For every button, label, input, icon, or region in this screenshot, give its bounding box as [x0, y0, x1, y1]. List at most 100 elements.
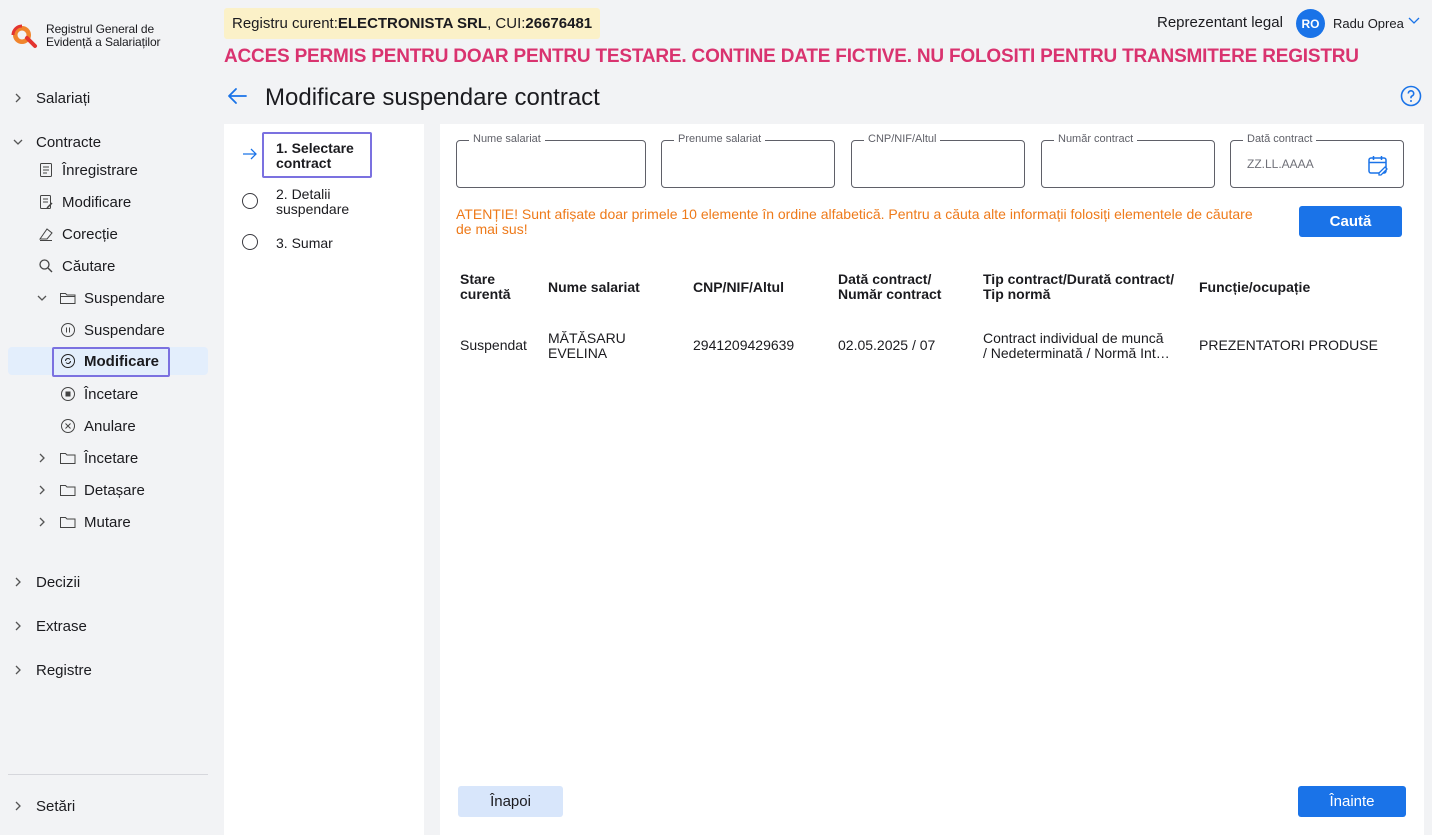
- cell-line: / Nedeterminată / Normă Int…: [983, 345, 1170, 361]
- nav-corectie[interactable]: Corecție: [36, 220, 208, 248]
- nav-label: Detașare: [84, 481, 145, 499]
- current-registry-badge: Registru curent: ELECTRONISTA SRL , CUI:…: [224, 8, 601, 39]
- nume-salariat-input[interactable]: [457, 141, 645, 187]
- nav-label: Înregistrare: [62, 161, 138, 179]
- th-line: Tip normă: [983, 286, 1051, 302]
- nav-incetare-item[interactable]: Încetare: [58, 380, 208, 408]
- th-functie[interactable]: Funcție/ocupație: [1199, 280, 1310, 295]
- nav-detasare[interactable]: Detașare: [32, 476, 208, 504]
- nume-salariat-field: Nume salariat: [456, 133, 646, 188]
- th-stare[interactable]: Stare curentă: [460, 272, 511, 302]
- user-role: Reprezentant legal: [1157, 14, 1283, 31]
- calendar-icon[interactable]: [1367, 154, 1389, 176]
- nav-anulare[interactable]: Anulare: [58, 412, 208, 440]
- chevron-down-icon: [8, 132, 28, 152]
- nav-decizii[interactable]: Decizii: [8, 568, 208, 596]
- nav-label: Căutare: [62, 257, 116, 275]
- chevron-right-icon: [8, 616, 28, 636]
- help-icon[interactable]: [1400, 85, 1422, 107]
- nav-label: Extrase: [36, 617, 87, 635]
- cell-nume: MĂTĂSARU EVELINA: [548, 331, 626, 361]
- nav-label: Suspendare: [84, 289, 165, 307]
- cell-functie: PREZENTATORI PRODUSE: [1199, 337, 1378, 353]
- nav-registre[interactable]: Registre: [8, 656, 208, 684]
- search-button[interactable]: Caută: [1299, 206, 1402, 237]
- nav-contracte[interactable]: Contracte: [8, 128, 208, 156]
- chevron-right-icon: [8, 88, 28, 108]
- th-data[interactable]: Dată contract/ Număr contract: [838, 272, 941, 302]
- step-3[interactable]: 3. Sumar: [276, 236, 333, 251]
- cui-value: 26676481: [525, 15, 593, 32]
- th-line: Stare: [460, 271, 496, 287]
- document-icon: [36, 160, 56, 180]
- nav-incetare-group[interactable]: Încetare: [32, 444, 208, 472]
- cui-prefix: , CUI:: [487, 15, 526, 32]
- cell-cnp: 2941209429639: [693, 337, 795, 353]
- step-2[interactable]: 2. Detalii suspendare: [276, 187, 349, 217]
- nav-label: Contracte: [36, 133, 102, 151]
- step-1-line-2: contract: [276, 155, 332, 171]
- nav-extrase[interactable]: Extrase: [8, 612, 208, 640]
- field-label: Dată contract: [1243, 133, 1317, 145]
- numar-contract-input[interactable]: [1042, 141, 1214, 187]
- brand-name: Registrul General de Evidență a Salariaț…: [46, 23, 161, 49]
- nav-inregistrare[interactable]: Înregistrare: [36, 156, 208, 184]
- cnp-field: CNP/NIF/Altul: [851, 133, 1025, 188]
- chevron-right-icon: [32, 480, 52, 500]
- nav-suspendare[interactable]: Suspendare: [58, 316, 208, 344]
- steps-panel: [224, 124, 424, 835]
- cnp-input[interactable]: [852, 141, 1024, 187]
- nav-label: Încetare: [84, 449, 139, 467]
- folder-open-icon: [58, 288, 78, 308]
- chevron-down-icon[interactable]: [1408, 16, 1420, 26]
- document-edit-icon: [36, 192, 56, 212]
- next-button[interactable]: Înainte: [1298, 786, 1406, 817]
- step-1[interactable]: 1. Selectare contract: [276, 141, 354, 171]
- nav-label: Anulare: [84, 417, 136, 435]
- field-label: Nume salariat: [469, 133, 545, 145]
- chevron-down-icon: [32, 288, 52, 308]
- back-button[interactable]: Înapoi: [458, 786, 563, 817]
- folder-icon: [58, 480, 78, 500]
- numar-contract-field: Număr contract: [1041, 133, 1215, 188]
- brand[interactable]: Registrul General de Evidență a Salariaț…: [10, 22, 161, 50]
- back-arrow-icon[interactable]: [226, 86, 248, 106]
- th-nume[interactable]: Nume salariat: [548, 280, 640, 295]
- user-name[interactable]: Radu Oprea: [1333, 16, 1404, 31]
- nav-label: Modificare: [62, 193, 132, 211]
- nav-mutare[interactable]: Mutare: [32, 508, 208, 536]
- field-label: Prenume salariat: [674, 133, 766, 145]
- cell-line: MĂTĂSARU: [548, 330, 626, 346]
- th-tip[interactable]: Tip contract/Durată contract/ Tip normă: [983, 272, 1174, 302]
- eraser-icon: [36, 224, 56, 244]
- nav-salariati[interactable]: Salariați: [8, 84, 208, 112]
- th-line: Număr contract: [838, 286, 942, 302]
- step-2-line-1: 2. Detalii: [276, 186, 331, 202]
- nav-suspendare-group[interactable]: Suspendare: [32, 284, 208, 312]
- folder-icon: [58, 448, 78, 468]
- company-name: ELECTRONISTA SRL: [337, 15, 488, 32]
- chevron-right-icon: [8, 796, 28, 816]
- cell-tip: Contract individual de muncă / Nedetermi…: [983, 331, 1170, 361]
- nav-modificare[interactable]: Modificare: [36, 188, 208, 216]
- nav-setari[interactable]: Setări: [8, 792, 208, 820]
- cell-line: Contract individual de muncă: [983, 330, 1164, 346]
- prenume-salariat-input[interactable]: [662, 141, 834, 187]
- nav-label: Setări: [36, 797, 76, 815]
- nav-label: Mutare: [84, 513, 131, 531]
- field-label: Număr contract: [1054, 133, 1138, 145]
- page-title: Modificare suspendare contract: [265, 84, 600, 111]
- nav-label: Registre: [36, 661, 92, 679]
- th-cnp[interactable]: CNP/NIF/Altul: [693, 280, 784, 295]
- nav-label: Suspendare: [84, 321, 165, 339]
- th-line: Dată contract/: [838, 271, 932, 287]
- folder-icon: [58, 512, 78, 532]
- th-line: curentă: [460, 286, 511, 302]
- nav-label: Salariați: [36, 89, 91, 107]
- cancel-circle-icon: [58, 416, 78, 436]
- nav-cautare[interactable]: Căutare: [36, 252, 208, 280]
- step-2-line-2: suspendare: [276, 201, 350, 217]
- avatar[interactable]: RO: [1296, 9, 1325, 38]
- pause-circle-icon: [58, 320, 78, 340]
- nav-label: Corecție: [62, 225, 118, 243]
